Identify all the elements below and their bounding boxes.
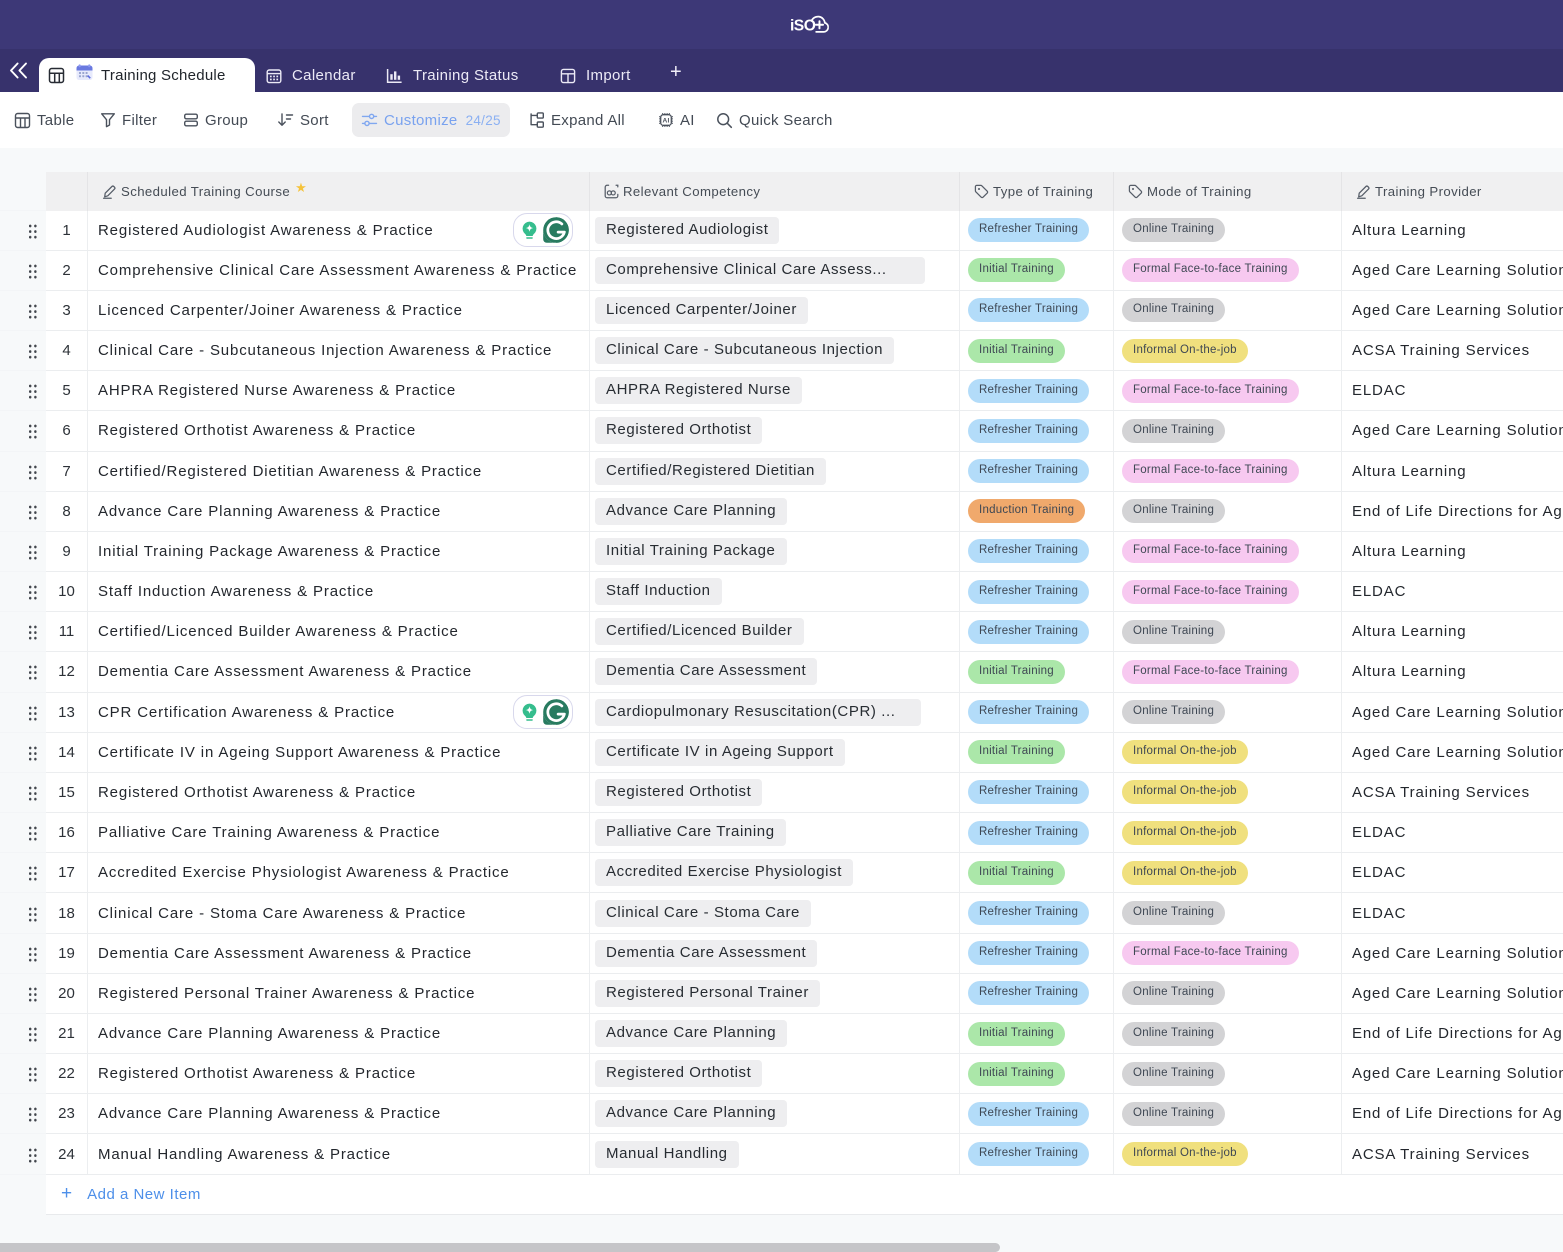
svg-text:AI: AI [662, 118, 669, 125]
